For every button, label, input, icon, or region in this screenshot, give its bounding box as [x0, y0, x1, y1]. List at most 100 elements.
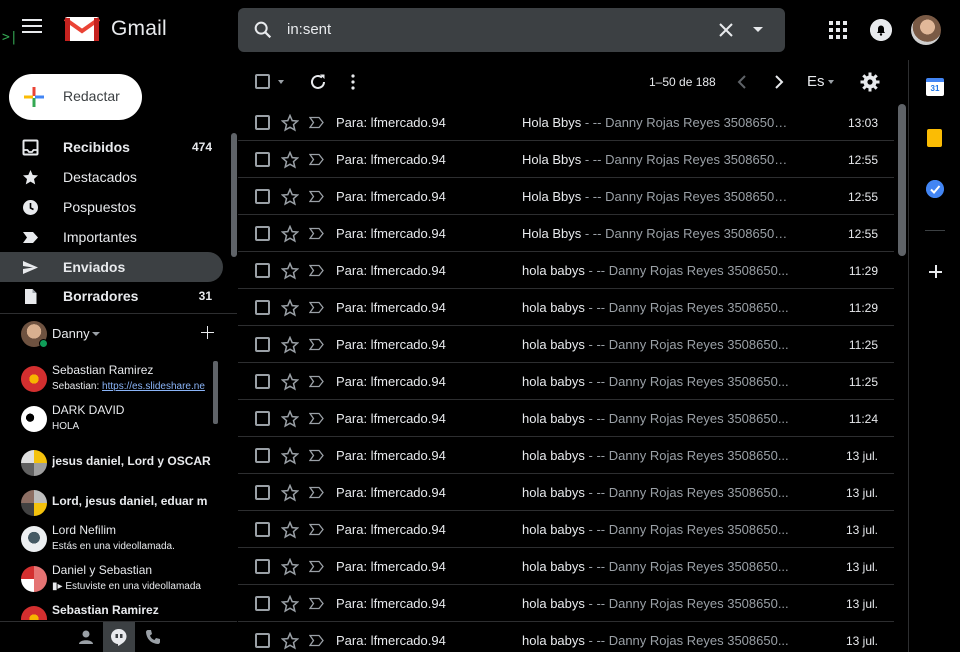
- star-outline-icon[interactable]: [281, 336, 299, 354]
- row-checkbox[interactable]: [255, 596, 270, 611]
- important-marker-icon[interactable]: [309, 190, 324, 203]
- email-row[interactable]: Para: lfmercado.94 Hola Bbys - -- Danny R…: [238, 141, 894, 178]
- chat-link[interactable]: https://es.slideshare.ne: [102, 381, 205, 392]
- row-checkbox[interactable]: [255, 115, 270, 130]
- row-checkbox[interactable]: [255, 337, 270, 352]
- email-row[interactable]: Para: lfmercado.94 hola babys - -- Danny …: [238, 511, 894, 548]
- main-menu-icon[interactable]: [22, 19, 42, 35]
- email-row[interactable]: Para: lfmercado.94 hola babys - -- Danny …: [238, 622, 894, 652]
- star-outline-icon[interactable]: [281, 632, 299, 650]
- search-options-dropdown-icon[interactable]: [753, 27, 763, 32]
- star-outline-icon[interactable]: [281, 225, 299, 243]
- star-outline-icon[interactable]: [281, 114, 299, 132]
- new-conversation-plus-icon[interactable]: [201, 326, 214, 339]
- chevron-down-icon[interactable]: [92, 332, 100, 336]
- notifications-bell-icon[interactable]: [870, 19, 892, 41]
- star-outline-icon[interactable]: [281, 595, 299, 613]
- email-row[interactable]: Para: lfmercado.94 Hola Bbys - -- Danny R…: [238, 215, 894, 252]
- email-row[interactable]: Para: lfmercado.94 hola babys - -- Danny …: [238, 474, 894, 511]
- get-addons-plus-icon[interactable]: [929, 265, 942, 278]
- tasks-icon[interactable]: [926, 180, 944, 198]
- input-language-selector[interactable]: Es: [807, 73, 825, 90]
- email-row[interactable]: Para: lfmercado.94 hola babys - -- Danny …: [238, 363, 894, 400]
- chat-item[interactable]: Lord, jesus daniel, eduar m: [0, 484, 222, 524]
- email-row[interactable]: Para: lfmercado.94 hola babys - -- Danny …: [238, 326, 894, 363]
- important-marker-icon[interactable]: [309, 486, 324, 499]
- nav-item-drafts[interactable]: Borradores 31: [0, 281, 223, 311]
- row-checkbox[interactable]: [255, 559, 270, 574]
- nav-item-snoozed[interactable]: Pospuestos: [0, 192, 223, 222]
- star-outline-icon[interactable]: [281, 373, 299, 391]
- row-checkbox[interactable]: [255, 189, 270, 204]
- account-avatar[interactable]: [911, 15, 941, 45]
- star-outline-icon[interactable]: [281, 188, 299, 206]
- nav-item-starred[interactable]: Destacados: [0, 162, 223, 192]
- app-name[interactable]: Gmail: [111, 17, 167, 41]
- nav-item-sent[interactable]: Enviados: [0, 252, 223, 282]
- star-outline-icon[interactable]: [281, 484, 299, 502]
- row-checkbox[interactable]: [255, 226, 270, 241]
- row-checkbox[interactable]: [255, 152, 270, 167]
- important-marker-icon[interactable]: [309, 116, 324, 129]
- clear-search-icon[interactable]: [717, 21, 735, 39]
- row-checkbox[interactable]: [255, 263, 270, 278]
- star-outline-icon[interactable]: [281, 521, 299, 539]
- important-marker-icon[interactable]: [309, 153, 324, 166]
- important-marker-icon[interactable]: [309, 560, 324, 573]
- star-outline-icon[interactable]: [281, 151, 299, 169]
- nav-item-inbox[interactable]: Recibidos 474: [0, 132, 223, 162]
- important-marker-icon[interactable]: [309, 227, 324, 240]
- chat-item[interactable]: Daniel y Sebastian ▮▸ Estuviste en una v…: [0, 560, 222, 600]
- older-chevron-right-icon[interactable]: [773, 74, 785, 90]
- star-outline-icon[interactable]: [281, 558, 299, 576]
- email-row[interactable]: Para: lfmercado.94 hola babys - -- Danny …: [238, 252, 894, 289]
- star-outline-icon[interactable]: [281, 262, 299, 280]
- important-marker-icon[interactable]: [309, 375, 324, 388]
- more-options-icon[interactable]: [349, 73, 357, 91]
- email-row[interactable]: Para: lfmercado.94 Hola Bbys - -- Danny R…: [238, 178, 894, 215]
- gmail-logo-icon[interactable]: [64, 15, 100, 43]
- email-row[interactable]: Para: lfmercado.94 hola babys - -- Danny …: [238, 289, 894, 326]
- hangouts-tab-selected[interactable]: [103, 622, 135, 652]
- nav-item-important[interactable]: Importantes: [0, 222, 223, 252]
- star-outline-icon[interactable]: [281, 447, 299, 465]
- language-chevron-down-icon[interactable]: [828, 80, 834, 84]
- chat-item[interactable]: Sebastian Ramirez Sebastian: https://es.…: [0, 360, 222, 400]
- important-marker-icon[interactable]: [309, 523, 324, 536]
- email-row[interactable]: Para: lfmercado.94 hola babys - -- Danny …: [238, 400, 894, 437]
- search-bar[interactable]: in:sent: [238, 8, 785, 52]
- important-marker-icon[interactable]: [309, 264, 324, 277]
- star-outline-icon[interactable]: [281, 410, 299, 428]
- important-marker-icon[interactable]: [309, 597, 324, 610]
- email-row[interactable]: Para: lfmercado.94 hola babys - -- Danny …: [238, 548, 894, 585]
- calendar-icon[interactable]: 31: [926, 78, 944, 96]
- row-checkbox[interactable]: [255, 485, 270, 500]
- chat-item[interactable]: Lord Nefilim Estás en una videollamada.: [0, 520, 222, 560]
- newer-chevron-left-icon[interactable]: [736, 74, 748, 90]
- settings-gear-icon[interactable]: [860, 72, 880, 92]
- select-all-checkbox[interactable]: [255, 74, 270, 89]
- important-marker-icon[interactable]: [309, 301, 324, 314]
- email-row[interactable]: Para: lfmercado.94 Hola Bbys - -- Danny R…: [238, 104, 894, 141]
- row-checkbox[interactable]: [255, 448, 270, 463]
- google-apps-icon[interactable]: [829, 21, 847, 39]
- keep-icon[interactable]: [927, 129, 942, 147]
- important-marker-icon[interactable]: [309, 338, 324, 351]
- star-outline-icon[interactable]: [281, 299, 299, 317]
- important-marker-icon[interactable]: [309, 412, 324, 425]
- contacts-person-icon[interactable]: [77, 628, 95, 646]
- important-marker-icon[interactable]: [309, 449, 324, 462]
- nav-scrollbar[interactable]: [231, 133, 237, 257]
- email-row[interactable]: Para: lfmercado.94 hola babys - -- Danny …: [238, 437, 894, 474]
- chat-scrollbar[interactable]: [213, 361, 218, 424]
- row-checkbox[interactable]: [255, 522, 270, 537]
- chat-item[interactable]: Sebastian Ramirez: [0, 600, 222, 620]
- phone-icon[interactable]: [144, 628, 162, 646]
- compose-button[interactable]: Redactar: [9, 74, 142, 120]
- search-icon[interactable]: [252, 19, 274, 41]
- search-input[interactable]: in:sent: [287, 21, 331, 38]
- chat-item[interactable]: DARK DAVID HOLA: [0, 400, 222, 440]
- email-row[interactable]: Para: lfmercado.94 hola babys - -- Danny …: [238, 585, 894, 622]
- row-checkbox[interactable]: [255, 411, 270, 426]
- row-checkbox[interactable]: [255, 300, 270, 315]
